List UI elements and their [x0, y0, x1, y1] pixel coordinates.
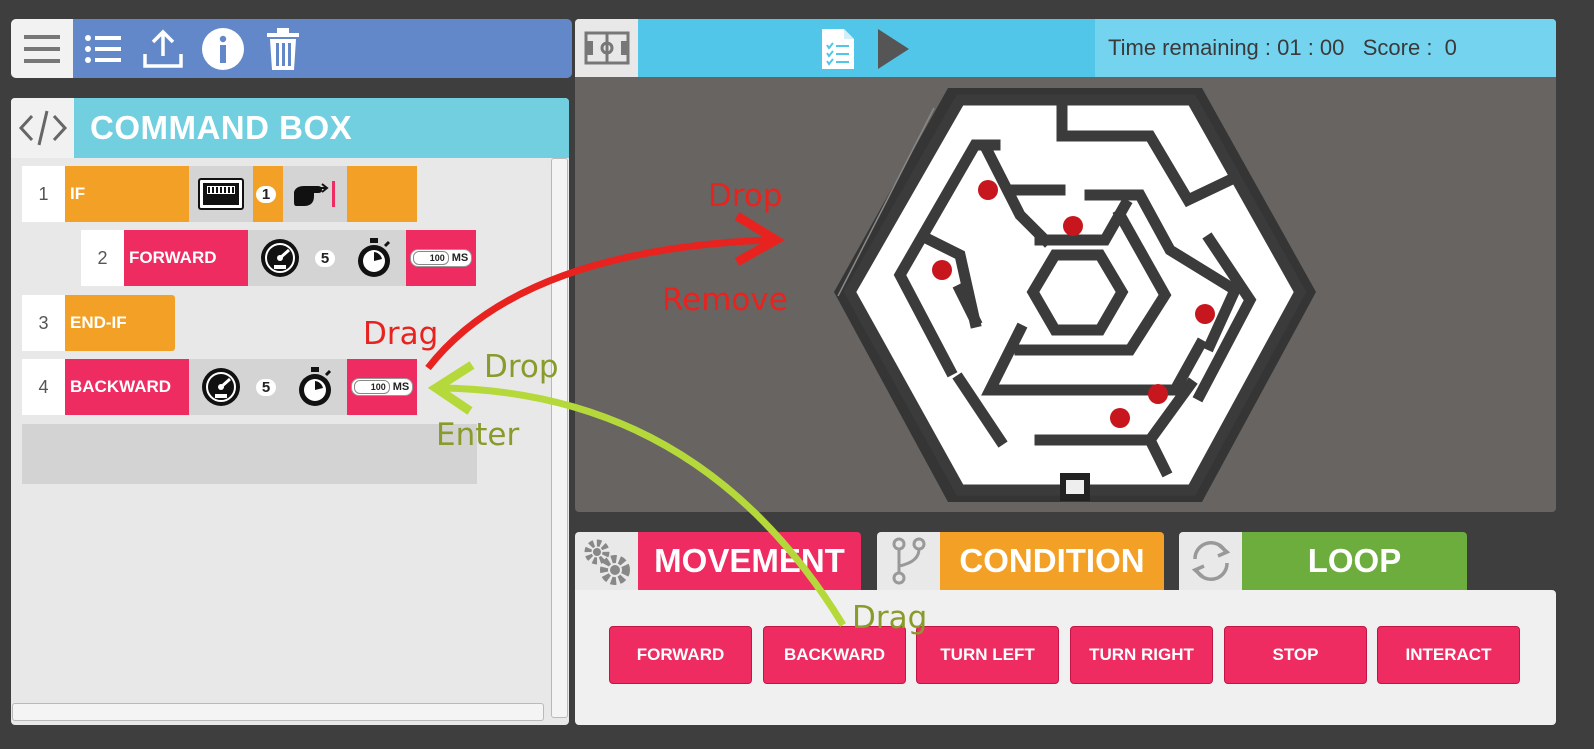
menu-icon [24, 34, 60, 63]
sensor-value-cell: 1 [253, 166, 283, 222]
upload-icon [143, 29, 183, 68]
row-number: 2 [81, 230, 124, 286]
drop-placeholder[interactable] [22, 424, 477, 484]
annotation-green-drag: Drag [852, 600, 928, 636]
list-button[interactable] [73, 19, 133, 78]
ethernet-port-icon [198, 178, 244, 210]
forward-block-label[interactable]: FORWARD [124, 230, 248, 286]
tab-condition-label: CONDITION [940, 532, 1164, 590]
speed-value-cell: 5 [312, 230, 342, 286]
duration-input[interactable]: 100 MS [350, 378, 414, 396]
annotation-green-drop: Drop [484, 349, 559, 385]
game-control-bar: Time remaining : 01 : 00 Score : 0 [575, 19, 1556, 77]
command-row-forward[interactable]: 2 FORWARD 5 100 MS [81, 230, 476, 286]
interact-button[interactable]: INTERACT [1377, 626, 1520, 684]
row-number: 4 [22, 359, 65, 415]
speed-value[interactable]: 5 [315, 249, 335, 267]
hand-touch-icon [294, 181, 335, 207]
sensor-slot[interactable] [189, 166, 253, 222]
command-row-backward[interactable]: 4 BACKWARD 5 100 MS [22, 359, 417, 415]
row-number: 1 [22, 166, 65, 222]
list-icon [85, 34, 121, 63]
trash-icon [267, 27, 299, 70]
duration-cell: 100 MS [347, 359, 417, 415]
game-status: Time remaining : 01 : 00 Score : 0 [1095, 19, 1556, 77]
condition-tab-icon-cell [877, 532, 940, 590]
timer-slot[interactable] [342, 230, 406, 286]
play-icon [878, 29, 909, 69]
timer-slot[interactable] [283, 359, 347, 415]
if-block-tail [347, 166, 417, 222]
upload-button[interactable] [133, 19, 193, 78]
speed-slot[interactable] [248, 230, 312, 286]
main-toolbar [11, 19, 572, 78]
movement-tab-icon-cell [575, 532, 638, 590]
stop-button[interactable]: STOP [1224, 626, 1367, 684]
stopwatch-icon [358, 238, 391, 277]
turn-left-button[interactable]: TURN LEFT [916, 626, 1059, 684]
speedometer-icon [261, 239, 299, 277]
annotation-red-drag: Drag [363, 316, 439, 352]
info-icon [202, 27, 244, 70]
command-row-if[interactable]: 1 IF 1 [22, 166, 417, 222]
menu-button[interactable] [11, 19, 73, 78]
speed-value[interactable]: 5 [256, 378, 276, 396]
tab-loop-label: LOOP [1242, 532, 1467, 590]
vertical-scrollbar[interactable] [551, 158, 568, 718]
speed-slot[interactable] [189, 359, 253, 415]
trash-button[interactable] [253, 19, 313, 78]
forward-button[interactable]: FORWARD [609, 626, 752, 684]
checklist-document-icon [822, 29, 854, 69]
backward-block-label[interactable]: BACKWARD [65, 359, 189, 415]
soccer-field-icon [584, 31, 629, 65]
branch-icon [892, 537, 925, 585]
command-box-header: COMMAND BOX [11, 98, 569, 158]
time-score-text: Time remaining : 01 : 00 Score : 0 [1108, 35, 1457, 60]
stopwatch-icon [299, 367, 332, 406]
tab-movement-label: MOVEMENT [638, 532, 861, 590]
code-icon [18, 110, 67, 146]
annotation-red-drop: Drop [708, 178, 783, 214]
command-palette: MOVEMENT CONDITION LOOP FORWARD BACKWARD [575, 532, 1556, 725]
loop-tab-icon-cell [1179, 532, 1242, 590]
code-icon-cell [11, 98, 74, 158]
gears-icon [584, 539, 630, 585]
duration-unit: MS [451, 252, 469, 264]
duration-value: 100 [412, 251, 449, 265]
row-number: 3 [22, 295, 65, 351]
field-view-button[interactable] [575, 19, 638, 77]
play-button[interactable] [875, 27, 911, 75]
info-button[interactable] [193, 19, 253, 78]
command-box-panel: COMMAND BOX 1 IF 1 2 FORWARD 5 100 MS 3 … [11, 98, 569, 725]
palette-body: FORWARD BACKWARD TURN LEFT TURN RIGHT ST… [575, 590, 1556, 725]
tab-condition[interactable]: CONDITION [877, 532, 1164, 590]
duration-value: 100 [353, 380, 390, 394]
duration-input[interactable]: 100 MS [409, 249, 473, 267]
turn-right-button[interactable]: TURN RIGHT [1070, 626, 1213, 684]
annotation-green-enter: Enter [436, 417, 520, 453]
refresh-icon [1191, 541, 1230, 581]
speed-value-cell: 5 [253, 359, 283, 415]
command-box-title: COMMAND BOX [90, 109, 353, 146]
duration-cell: 100 MS [406, 230, 476, 286]
command-row-end-if[interactable]: 3 END-IF [22, 295, 175, 351]
annotation-red-remove: Remove [662, 282, 788, 318]
robot-car [1060, 473, 1090, 501]
tab-loop[interactable]: LOOP [1179, 532, 1467, 590]
duration-unit: MS [392, 381, 410, 393]
sensor-value[interactable]: 1 [256, 185, 276, 203]
speedometer-icon [202, 368, 240, 406]
end-if-block-label[interactable]: END-IF [65, 295, 175, 351]
horizontal-scrollbar[interactable] [12, 703, 544, 721]
script-button[interactable] [820, 27, 856, 75]
action-slot[interactable] [283, 166, 347, 222]
game-panel: Time remaining : 01 : 00 Score : 0 [575, 19, 1556, 512]
tab-movement[interactable]: MOVEMENT [575, 532, 861, 590]
if-block-label[interactable]: IF [65, 166, 189, 222]
